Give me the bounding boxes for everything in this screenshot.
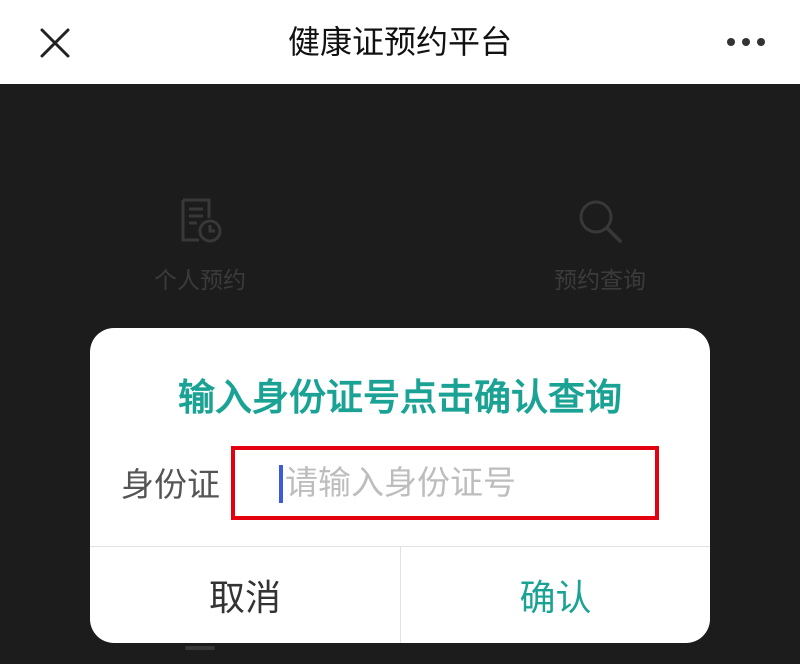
id-query-dialog: 输入身份证号点击确认查询 身份证 取消 确认 [90,328,710,643]
menu-item-appointment-query[interactable]: 预约查询 [500,196,700,306]
page-title: 健康证预约平台 [287,24,512,60]
more-button[interactable] [722,28,770,56]
document-clock-icon [181,198,222,243]
search-icon [579,200,622,243]
id-card-label: 身份证 [121,466,220,503]
menu-item-personal-appointment[interactable]: 个人预约 [100,196,300,306]
id-card-input[interactable] [235,450,655,516]
dialog-title: 输入身份证号点击确认查询 [178,377,622,418]
confirm-button[interactable]: 确认 [401,547,710,643]
nav-header: 健康证预约平台 [0,0,800,84]
more-icon [727,38,765,46]
text-cursor [279,465,283,503]
menu-item-label: 个人预约 [154,267,246,293]
id-input-highlight [231,446,659,520]
partial-menu-icon [185,646,215,650]
cancel-button[interactable]: 取消 [90,547,400,643]
menu-item-label: 预约查询 [554,267,646,293]
